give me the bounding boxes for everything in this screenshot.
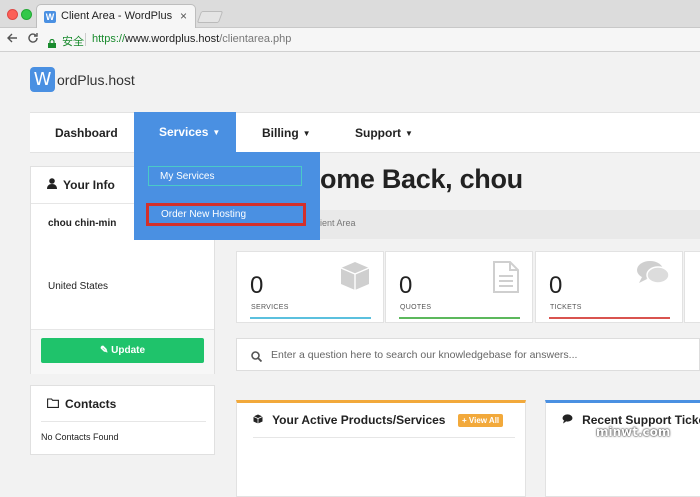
reload-icon[interactable] bbox=[27, 32, 39, 47]
caret-down-icon: ▼ bbox=[302, 129, 311, 138]
tab-close-icon[interactable]: × bbox=[180, 9, 187, 23]
stat-more-tile[interactable] bbox=[684, 251, 700, 323]
your-info-heading: Your Info bbox=[47, 178, 115, 192]
active-products-panel: Your Active Products/Services + View All bbox=[236, 400, 526, 497]
logo-text: ordPlus.host bbox=[57, 71, 135, 88]
contacts-heading: Contacts bbox=[47, 397, 116, 411]
comment-icon bbox=[562, 414, 576, 427]
knowledgebase-search bbox=[236, 338, 700, 371]
comments-icon bbox=[636, 260, 670, 293]
dropdown-order-new-hosting[interactable]: Order New Hosting bbox=[146, 203, 306, 226]
secure-label: 安全 bbox=[62, 36, 84, 48]
nav-billing[interactable]: Billing ▼ bbox=[262, 113, 311, 154]
welcome-heading: ome Back, chou bbox=[320, 164, 523, 194]
zoom-window-button[interactable] bbox=[21, 9, 32, 20]
stat-tickets-tile[interactable]: 0 TICKETS bbox=[535, 251, 683, 323]
caret-down-icon: ▼ bbox=[212, 128, 221, 137]
contacts-title: Contacts bbox=[65, 397, 117, 411]
search-icon bbox=[251, 349, 263, 367]
back-arrow-icon[interactable] bbox=[6, 32, 18, 47]
stat-services-bar bbox=[250, 317, 371, 319]
address-separator bbox=[85, 33, 86, 46]
plus-icon: + bbox=[462, 416, 467, 425]
cube-icon bbox=[253, 414, 266, 427]
document-icon bbox=[492, 260, 520, 299]
divider bbox=[253, 437, 515, 438]
nav-services-label: Services bbox=[159, 125, 209, 139]
stat-quotes-value: 0 bbox=[399, 272, 413, 299]
watermark: minwt.com bbox=[596, 425, 671, 439]
stat-quotes-tile[interactable]: 0 QUOTES bbox=[385, 251, 533, 323]
breadcrumb-current: ient Area bbox=[320, 218, 356, 228]
stat-tickets-value: 0 bbox=[549, 272, 563, 299]
active-products-title: Your Active Products/Services bbox=[272, 413, 446, 427]
stat-quotes-bar bbox=[399, 317, 520, 319]
active-products-heading: Your Active Products/Services bbox=[253, 413, 445, 427]
page: W ordPlus.host Dashboard Services ▼ Billi… bbox=[0, 53, 700, 497]
recent-tickets-panel: Recent Support Tickets bbox=[545, 400, 700, 497]
your-info-title: Your Info bbox=[63, 178, 115, 192]
main-navbar: Dashboard Services ▼ Billing ▼ Support ▼ bbox=[30, 112, 700, 153]
view-all-button[interactable]: + View All bbox=[458, 414, 504, 427]
nav-support-label: Support bbox=[355, 126, 401, 140]
contacts-panel: Contacts No Contacts Found bbox=[30, 385, 215, 455]
close-window-button[interactable] bbox=[7, 9, 18, 20]
url-host: www.wordplus.host bbox=[125, 33, 220, 45]
stat-services-label: SERVICES bbox=[251, 304, 289, 311]
user-icon bbox=[47, 178, 57, 192]
client-country: United States bbox=[48, 281, 109, 292]
stat-quotes-label: QUOTES bbox=[400, 304, 432, 311]
client-name: chou chin-min bbox=[48, 218, 117, 229]
favicon-icon: W bbox=[44, 11, 56, 23]
nav-support[interactable]: Support ▼ bbox=[355, 113, 413, 154]
dropdown-my-services[interactable]: My Services bbox=[148, 166, 302, 186]
view-all-label: View All bbox=[468, 416, 500, 425]
nav-dashboard[interactable]: Dashboard bbox=[55, 113, 118, 154]
nav-billing-label: Billing bbox=[262, 126, 299, 140]
caret-down-icon: ▼ bbox=[405, 129, 413, 138]
search-input[interactable] bbox=[271, 339, 691, 370]
url-path: /clientarea.php bbox=[219, 33, 292, 45]
nav-services[interactable]: Services ▼ bbox=[134, 112, 236, 153]
url-field[interactable]: https://www.wordplus.host/clientarea.php bbox=[92, 33, 291, 45]
pencil-icon: ✎ bbox=[99, 345, 109, 356]
your-info-footer: ✎ Update bbox=[31, 329, 214, 374]
update-label: Update bbox=[111, 345, 146, 356]
tab-title: Client Area - WordPlus bbox=[61, 10, 173, 22]
divider bbox=[41, 421, 206, 422]
stat-tickets-bar bbox=[549, 317, 670, 319]
logo[interactable]: W ordPlus.host bbox=[30, 67, 135, 92]
stat-services-value: 0 bbox=[250, 272, 264, 299]
lock-icon bbox=[48, 35, 56, 48]
update-button[interactable]: ✎ Update bbox=[41, 338, 204, 363]
url-scheme: https:// bbox=[92, 33, 126, 45]
browser-tab[interactable]: W Client Area - WordPlus × bbox=[36, 4, 196, 28]
address-bar: 安全 https://www.wordplus.host/clientarea.… bbox=[0, 28, 700, 52]
contacts-empty-text: No Contacts Found bbox=[41, 432, 119, 442]
browser-titlebar: W Client Area - WordPlus × bbox=[0, 0, 700, 28]
stat-services-tile[interactable]: 0 SERVICES bbox=[236, 251, 384, 323]
new-tab-button[interactable] bbox=[196, 11, 224, 23]
folder-icon bbox=[47, 398, 59, 411]
services-dropdown: My Services Order New Hosting bbox=[134, 152, 320, 240]
stat-tickets-label: TICKETS bbox=[550, 304, 582, 311]
cube-icon bbox=[339, 260, 371, 297]
logo-mark: W bbox=[30, 67, 55, 92]
